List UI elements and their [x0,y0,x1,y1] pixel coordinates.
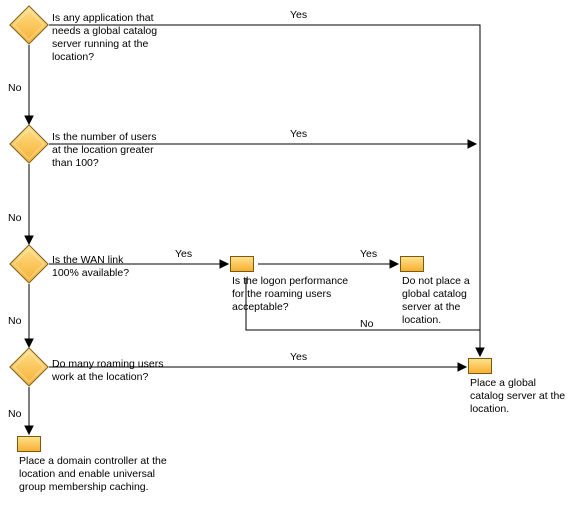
process-logon-performance [230,256,254,272]
process-do-not-place-gc-text: Do not place a global catalog server at … [402,275,497,328]
edge-label-yes: Yes [175,248,192,260]
edge-label-no: No [8,408,21,420]
decision-users-gt-100-text: Is the number of users at the location g… [52,131,162,170]
edge-label-no: No [8,82,21,94]
decision-global-catalog-app-text: Is any application that needs a global c… [52,12,172,65]
edge-label-yes: Yes [290,351,307,363]
process-place-gc [468,358,492,374]
edge-label-no: No [8,212,21,224]
decision-users-gt-100 [9,124,49,164]
decision-roaming-users [9,347,49,387]
edge-label-yes: Yes [360,248,377,260]
edge-label-no: No [360,318,373,330]
decision-roaming-users-text: Do many roaming users work at the locati… [52,358,182,384]
edge-label-no: No [8,315,21,327]
flowchart-canvas: { "chart_data": { "type": "diagram", "ti… [0,0,573,516]
process-place-dc-ugmc-text: Place a domain controller at the locatio… [19,455,169,494]
decision-global-catalog-app [9,5,49,45]
decision-wan-available-text: Is the WAN link 100% available? [52,254,152,280]
edge-label-yes: Yes [290,9,307,21]
decision-wan-available [9,244,49,284]
process-place-dc-ugmc [17,436,41,452]
edge-label-yes: Yes [290,128,307,140]
process-do-not-place-gc [400,256,424,272]
process-place-gc-text: Place a global catalog server at the loc… [470,377,570,416]
process-logon-performance-text: Is the logon performance for the roaming… [232,275,352,314]
